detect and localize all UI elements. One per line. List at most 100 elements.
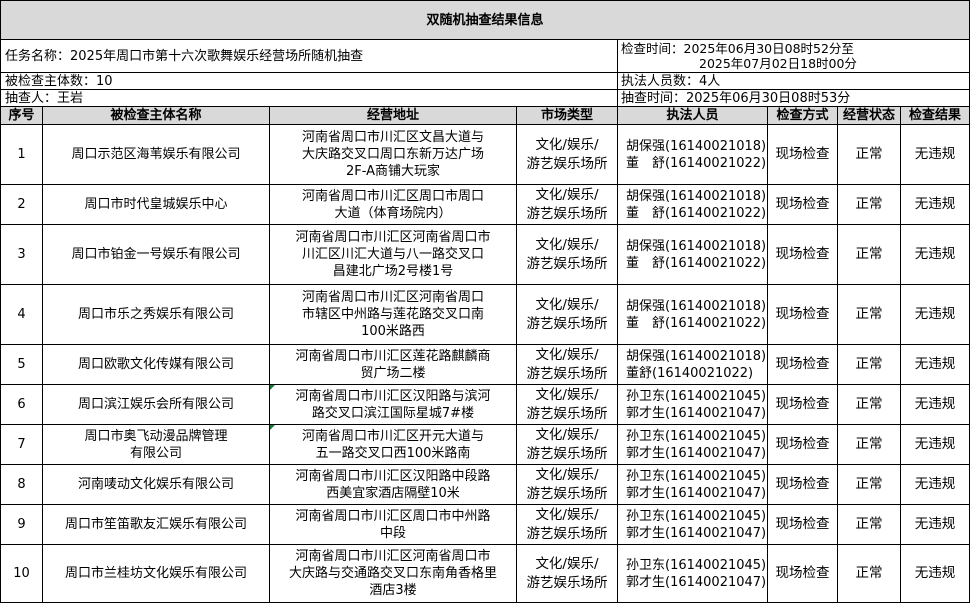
subject-name-line: 周口市乐之秀娱乐有限公司 — [77, 307, 234, 322]
table-row: 6 周口滨江娱乐会所有限公司 河南省周口市川汇区汉阳路与滨河 路交叉口滨江国际星城7#… — [0, 384, 970, 425]
market-type-line: 文化/娱乐/ — [535, 506, 599, 523]
market-type-line: 游艺娱乐场所 — [526, 574, 608, 591]
address-line: 河南省周口市川汇区周口市中州路 — [295, 508, 491, 524]
col-header-result: 检查结果 — [899, 106, 970, 125]
officer-entry: 胡保强(16140021018) — [626, 348, 767, 364]
table-row: 7 周口市奥飞动漫品牌管理 有限公司 河南省周口市川汇区开元大道与 五一路交叉口西100… — [0, 424, 970, 465]
enforcement-officers: 胡保强(16140021018) 董 舒(16140021022) — [617, 124, 768, 185]
business-address: 河南省周口市川汇区河南省周口市 川汇区川汇大道与八一路交叉口 昌建北广场2号楼1号 — [269, 224, 517, 285]
table-row: 5 周口欧歌文化传媒有限公司 河南省周口市川汇区莲花路麒麟商 贸广场二楼 文化/娱乐/游… — [0, 344, 970, 385]
market-type-line: 游艺娱乐场所 — [526, 205, 608, 222]
address-line: 大道（体育场院内） — [334, 205, 452, 221]
market-type: 文化/娱乐/游艺娱乐场所 — [516, 224, 618, 285]
officer-entry: 胡保强(16140021018) — [626, 238, 767, 254]
subject-name: 周口市兰桂坊文化娱乐有限公司 — [42, 544, 270, 603]
business-address: 河南省周口市川汇区河南省周口 市辖区中州路与莲花路交叉口南 100米路西 — [269, 284, 517, 345]
officer-entry: 郭才生(16140021047) — [626, 445, 767, 461]
officer-entry: 孙卫东(16140021045) — [626, 557, 767, 573]
row-number: 8 — [0, 464, 43, 505]
subject-name: 周口市时代皇城娱乐中心 — [42, 184, 270, 225]
subject-name-line: 周口市时代皇城娱乐中心 — [84, 197, 228, 212]
market-type-line: 游艺娱乐场所 — [526, 525, 608, 542]
enforcement-officers: 孙卫东(16140021045) 郭才生(16140021047) — [617, 504, 768, 545]
market-type-line: 游艺娱乐场所 — [526, 405, 608, 422]
inspection-method: 现场检查 — [767, 504, 838, 545]
officer-entry: 胡保强(16140021018) — [626, 188, 767, 204]
row-number: 3 — [0, 224, 43, 285]
business-status: 正常 — [837, 424, 901, 465]
address-line: 河南省周口市川汇区周口市周口 — [301, 188, 484, 204]
address-line: 河南省周口市川汇区汉阳路中段路 — [295, 468, 491, 484]
subject-name: 周口市笙笛歌友汇娱乐有限公司 — [42, 504, 270, 545]
table-row: 1 周口示范区海苇娱乐有限公司 河南省周口市川汇区文昌大道与 大庆路交叉口周口东新万达… — [0, 124, 970, 185]
officer-entry: 孙卫东(16140021045) — [626, 508, 767, 524]
business-status: 正常 — [837, 184, 901, 225]
market-type-line: 游艺娱乐场所 — [526, 445, 608, 462]
table-row: 9 周口市笙笛歌友汇娱乐有限公司 河南省周口市川汇区周口市中州路 中段 文化/娱乐/游艺… — [0, 504, 970, 545]
market-type-line: 文化/娱乐/ — [535, 136, 599, 153]
enforcement-officers: 孙卫东(16140021045) 郭才生(16140021047) — [617, 384, 768, 425]
subject-name-line: 周口市铂金一号娱乐有限公司 — [71, 247, 241, 262]
officer-entry: 孙卫东(16140021045) — [626, 468, 767, 484]
inspection-result: 无违规 — [899, 544, 970, 603]
row-number: 9 — [0, 504, 43, 545]
subject-name: 周口示范区海苇娱乐有限公司 — [42, 124, 270, 185]
inspection-method: 现场检查 — [767, 384, 838, 425]
subject-name-line: 周口市奥飞动漫品牌管理 — [84, 428, 228, 444]
subject-count: 被检查主体数：10 — [0, 72, 618, 90]
inspection-result: 无违规 — [899, 424, 970, 465]
market-type: 文化/娱乐/游艺娱乐场所 — [516, 464, 618, 505]
inspection-result: 无违规 — [899, 124, 970, 185]
officer-entry: 孙卫东(16140021045) — [626, 428, 767, 444]
market-type: 文化/娱乐/游艺娱乐场所 — [516, 544, 618, 603]
business-address: 河南省周口市川汇区开元大道与 五一路交叉口西100米路南 — [269, 424, 517, 465]
drawer: 抽查人：王岩 — [0, 89, 618, 107]
market-type-line: 文化/娱乐/ — [535, 426, 599, 443]
inspection-method: 现场检查 — [767, 124, 838, 185]
officer-entry: 董舒(16140021022) — [626, 365, 754, 381]
address-line: 100米路西 — [361, 324, 425, 339]
subject-name-line: 周口滨江娱乐会所有限公司 — [77, 397, 234, 412]
address-line: 五一路交叉口西100米路南 — [315, 445, 471, 461]
subject-name-line: 周口示范区海苇娱乐有限公司 — [71, 147, 241, 162]
col-header-no: 序号 — [0, 106, 43, 125]
subject-name: 周口市乐之秀娱乐有限公司 — [42, 284, 270, 345]
business-address: 河南省周口市川汇区周口市中州路 中段 — [269, 504, 517, 545]
address-line: 酒店3楼 — [369, 583, 417, 598]
market-type-line: 游艺娱乐场所 — [526, 365, 608, 382]
subject-name: 周口市奥飞动漫品牌管理 有限公司 — [42, 424, 270, 465]
row-number: 10 — [0, 544, 43, 603]
subject-name-line: 有限公司 — [129, 445, 182, 461]
enforcement-officers: 胡保强(16140021018) 董 舒(16140021022) — [617, 224, 768, 285]
address-line: 大庆路与交通路交叉口东南角香格里 — [288, 566, 497, 581]
market-type: 文化/娱乐/游艺娱乐场所 — [516, 384, 618, 425]
market-type-line: 游艺娱乐场所 — [526, 485, 608, 502]
inspection-method: 现场检查 — [767, 424, 838, 465]
business-address: 河南省周口市川汇区莲花路麒麟商 贸广场二楼 — [269, 344, 517, 385]
market-type: 文化/娱乐/游艺娱乐场所 — [516, 284, 618, 345]
enforcement-officers: 胡保强(16140021018) 董舒(16140021022) — [617, 344, 768, 385]
address-line: 贸广场二楼 — [360, 365, 426, 381]
col-header-address: 经营地址 — [269, 106, 517, 125]
subject-name: 周口市铂金一号娱乐有限公司 — [42, 224, 270, 285]
address-line: 2F-A商铺大玩家 — [345, 164, 441, 179]
row-number: 5 — [0, 344, 43, 385]
inspection-method: 现场检查 — [767, 544, 838, 603]
market-type-line: 游艺娱乐场所 — [526, 315, 608, 332]
inspection-result: 无违规 — [899, 344, 970, 385]
officer-count: 执法人员数：4人 — [616, 72, 970, 90]
enforcement-officers: 胡保强(16140021018) 董 舒(16140021022) — [617, 284, 768, 345]
business-address: 河南省周口市川汇区汉阳路与滨河 路交叉口滨江国际星城7#楼 — [269, 384, 517, 425]
market-type-line: 文化/娱乐/ — [535, 296, 599, 313]
check-time-end: 2025年07月02日18时00分 — [699, 56, 857, 71]
address-line: 昌建北广场2号楼1号 — [332, 264, 454, 279]
market-type: 文化/娱乐/游艺娱乐场所 — [516, 344, 618, 385]
spreadsheet: 双随机抽查结果信息 任务名称：2025年周口市第十六次歌舞娱乐经营场所随机抽查 … — [0, 0, 970, 608]
address-line: 路交叉口滨江国际星城7#楼 — [311, 405, 475, 421]
comment-indicator-icon — [270, 425, 275, 430]
row-number: 2 — [0, 184, 43, 225]
address-line: 河南省周口市川汇区莲花路麒麟商 — [295, 348, 491, 364]
subject-name-line: 周口市兰桂坊文化娱乐有限公司 — [64, 566, 247, 581]
officer-entry: 董 舒(16140021022) — [626, 255, 767, 271]
col-header-status: 经营状态 — [837, 106, 901, 125]
